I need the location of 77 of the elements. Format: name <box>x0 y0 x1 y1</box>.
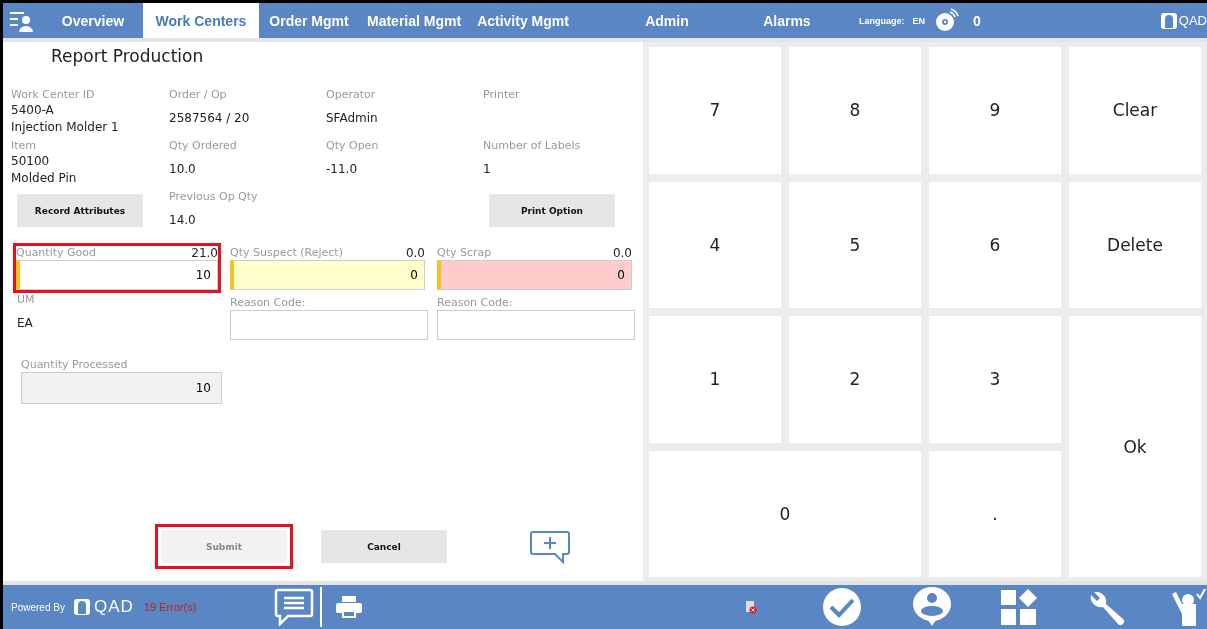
field-value: 14.0 <box>169 212 197 228</box>
field-label: Work Center ID <box>11 88 96 102</box>
keypad-key[interactable]: 5 <box>789 181 921 308</box>
quantity-input[interactable]: 0 <box>230 260 425 290</box>
field-label: Qty Open <box>326 139 380 153</box>
keypad-key[interactable]: 2 <box>789 316 921 443</box>
reason-code-input[interactable] <box>230 310 428 340</box>
language-value[interactable]: EN <box>912 15 925 26</box>
action-button[interactable]: Record Attributes <box>17 194 143 227</box>
field-label: Reason Code: <box>437 296 514 310</box>
keypad-key[interactable]: 0 <box>649 450 921 577</box>
keypad-key[interactable]: . <box>929 450 1061 577</box>
add-comment-icon[interactable] <box>529 529 571 564</box>
person-waving-icon[interactable] <box>1170 588 1207 626</box>
field-label: Printer <box>483 88 521 102</box>
quantity-processed-input[interactable]: 10 <box>21 372 222 404</box>
alarm-count: 0 <box>972 12 981 29</box>
keypad-key[interactable]: Clear <box>1069 47 1201 174</box>
user-pin-icon[interactable] <box>912 586 953 628</box>
form-button[interactable]: Cancel <box>321 530 447 563</box>
logo-text: QAD <box>1178 13 1207 28</box>
tiles-icon[interactable] <box>1000 588 1039 626</box>
field-label: Previous Op Qty <box>169 190 259 204</box>
field-label: Order / Op <box>169 88 228 102</box>
file-error-icon <box>745 600 758 614</box>
checkmark-icon[interactable] <box>822 587 863 627</box>
field-label: Qty Scrap <box>437 246 492 260</box>
keypad-key[interactable]: 4 <box>649 181 781 308</box>
quantity-input[interactable]: 10 <box>16 260 218 290</box>
action-button[interactable]: Print Option <box>489 194 615 227</box>
field-label: Number of Labels <box>483 139 582 153</box>
keypad-key[interactable]: 3 <box>929 316 1061 443</box>
field-value: SFAdmin <box>326 110 379 126</box>
nav-tab[interactable]: Material Mgmt <box>359 3 470 38</box>
field-label: Qty Suspect (Reject) <box>230 246 343 260</box>
printer-icon[interactable] <box>336 596 363 618</box>
field-label: Operator <box>326 88 377 102</box>
logo-icon <box>1159 11 1178 30</box>
nav-tab[interactable]: Alarms <box>726 3 847 38</box>
keypad-key[interactable]: Ok <box>1069 316 1201 577</box>
nav-tab[interactable]: Overview <box>43 3 143 38</box>
field-label: Qty Ordered <box>169 139 238 153</box>
keypad-key[interactable]: 7 <box>649 47 781 174</box>
keypad-key[interactable]: 8 <box>789 47 921 174</box>
logo-icon <box>72 598 91 616</box>
field-value: Injection Molder 1 <box>11 119 120 136</box>
page-title: Report Production <box>51 46 204 66</box>
keypad-key[interactable]: 6 <box>929 181 1061 308</box>
field-value: 5400-A <box>11 102 55 119</box>
field-value: -11.0 <box>326 161 359 177</box>
quantity-input[interactable]: 0 <box>437 260 632 290</box>
field-value: EA <box>17 315 34 331</box>
field-label: Reason Code: <box>230 296 307 310</box>
nav-tab[interactable]: Work Centers <box>143 3 259 38</box>
message-icon[interactable] <box>274 588 315 626</box>
field-total: 0.0 <box>405 246 425 260</box>
field-value: 2587564 / 20 <box>169 110 251 126</box>
keypad-key[interactable]: 1 <box>649 316 781 443</box>
field-value: 1 <box>483 161 492 177</box>
field-label: UM <box>17 293 36 307</box>
field-total: 21.0 <box>191 246 218 260</box>
field-value: 10.0 <box>169 161 197 177</box>
field-label: Quantity Processed <box>21 358 129 372</box>
powered-by-label: Powered By <box>11 601 65 613</box>
keypad-key[interactable]: 9 <box>929 47 1061 174</box>
nav-tab[interactable]: Order Mgmt <box>259 3 359 38</box>
keypad-key[interactable]: Delete <box>1069 181 1201 308</box>
reason-code-input[interactable] <box>437 310 635 340</box>
nav-tab[interactable]: Activity Mgmt <box>469 3 577 38</box>
field-value: 50100 <box>11 153 51 170</box>
field-label: Quantity Good <box>16 246 96 260</box>
nav-tab[interactable]: Admin <box>606 3 727 38</box>
field-label: Item <box>11 139 38 153</box>
field-total: 0.0 <box>612 246 632 260</box>
logo-text: QAD <box>93 597 134 617</box>
field-value: Molded Pin <box>11 170 78 187</box>
language-label: Language: <box>858 15 905 26</box>
